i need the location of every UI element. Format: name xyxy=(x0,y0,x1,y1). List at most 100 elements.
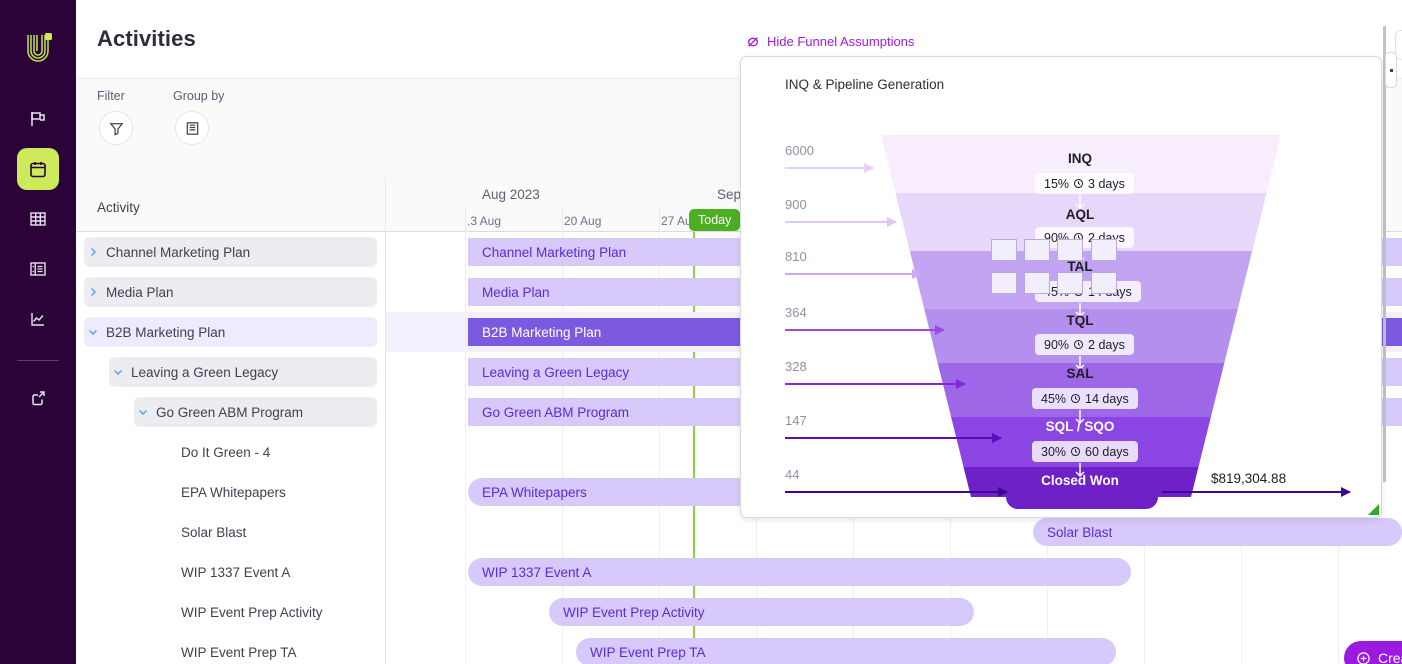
gantt-row[interactable]: WIP Event Prep TA WIP Event Prep TA xyxy=(76,632,1402,664)
funnel-stage-value: 147 xyxy=(785,413,807,428)
funnel-value-arrow xyxy=(785,491,1007,493)
timeline-month: Aug 2023 xyxy=(482,187,540,202)
funnel-conversion-pill: 15% 3 days xyxy=(1035,173,1134,194)
funnel-stage-value: 6000 xyxy=(785,143,814,158)
funnel-conversion-pill: 90% 2 days xyxy=(1035,334,1134,355)
gantt-bar-label: Solar Blast xyxy=(1047,525,1112,540)
funnel-stage-value: 900 xyxy=(785,197,807,212)
gantt-bar[interactable]: WIP Event Prep TA xyxy=(576,638,1116,664)
timeline-gridline xyxy=(562,206,563,232)
broken-image-icon xyxy=(1057,272,1083,294)
group-by-icon[interactable] xyxy=(175,111,209,145)
activity-name: EPA Whitepapers xyxy=(181,485,286,500)
sidebar-item-table-view[interactable] xyxy=(17,198,59,240)
timeline-day: 20 Aug xyxy=(564,214,601,228)
activity-name: Go Green ABM Program xyxy=(156,405,303,420)
broken-image-icon xyxy=(991,239,1017,261)
scroll-dot xyxy=(1390,69,1393,72)
sidebar-item-details-view[interactable] xyxy=(17,248,59,290)
funnel-value-arrow xyxy=(785,167,873,169)
funnel-conversion-pill: 45% 14 days xyxy=(1032,388,1138,409)
funnel-value-arrow xyxy=(785,221,896,223)
activity-name: Solar Blast xyxy=(181,525,246,540)
activity-row-label[interactable]: WIP Event Prep Activity xyxy=(159,597,377,627)
activity-row-label[interactable]: EPA Whitepapers xyxy=(159,477,377,507)
hide-funnel-assumptions-toggle[interactable]: Hide Funnel Assumptions xyxy=(746,34,914,49)
sidebar-item-open-external[interactable] xyxy=(17,377,59,419)
activity-row-label[interactable]: Channel Marketing Plan xyxy=(84,237,377,267)
activity-row-label[interactable]: Media Plan xyxy=(84,277,377,307)
chevron-down-icon[interactable] xyxy=(134,406,152,418)
conversion-rate: 45% xyxy=(1041,392,1066,406)
gantt-bar[interactable]: WIP 1337 Event A xyxy=(468,558,1131,586)
funnel-revenue-label: $819,304.88 xyxy=(1211,471,1286,486)
funnel-stage-value: 328 xyxy=(785,359,807,374)
chevron-down-icon[interactable] xyxy=(109,366,127,378)
sidebar-item-analytics[interactable] xyxy=(17,298,59,340)
conversion-rate: 15% xyxy=(1044,177,1069,191)
gantt-bar-label: Channel Marketing Plan xyxy=(482,245,626,260)
funnel-assumptions-overlay: Hide Funnel Assumptions INQ & Pipeline G… xyxy=(740,30,1385,492)
sidebar-item-activities[interactable] xyxy=(17,148,59,190)
conversion-rate: 30% xyxy=(1041,445,1066,459)
activity-row-label[interactable]: B2B Marketing Plan xyxy=(84,317,377,347)
funnel-revenue-arrow xyxy=(1162,491,1350,493)
funnel-value-arrow xyxy=(785,329,944,331)
resize-grip-icon[interactable] xyxy=(1368,504,1379,515)
rail-divider xyxy=(17,360,59,361)
funnel-stage-label: AQL xyxy=(1000,207,1160,222)
scrollbar-thumb-icon[interactable] xyxy=(1385,52,1397,88)
groupby-label: Group by xyxy=(173,89,224,103)
activity-name: Leaving a Green Legacy xyxy=(131,365,278,380)
page-title: Activities xyxy=(97,26,196,52)
sidebar-item-campaigns[interactable] xyxy=(17,98,59,140)
left-nav-rail xyxy=(0,0,76,664)
clock-icon xyxy=(1070,393,1081,404)
funnel-stage-label: TQL xyxy=(1000,313,1160,328)
gantt-bar-label: EPA Whitepapers xyxy=(482,485,587,500)
chevron-right-icon[interactable] xyxy=(84,246,102,258)
create-button[interactable]: Create xyxy=(1344,641,1402,664)
stage-duration: 2 days xyxy=(1088,338,1125,352)
gantt-row[interactable]: WIP Event Prep Activity WIP Event Prep Ac… xyxy=(76,592,1402,632)
gantt-bar-label: Leaving a Green Legacy xyxy=(482,365,629,380)
activity-row-label[interactable]: Do It Green - 4 xyxy=(159,437,377,467)
filter-label: Filter xyxy=(97,89,133,103)
gantt-bar[interactable]: Solar Blast xyxy=(1033,518,1402,546)
funnel-filter-icon[interactable] xyxy=(99,111,133,145)
activity-row-label[interactable]: Solar Blast xyxy=(159,517,377,547)
funnel-value-arrow xyxy=(785,273,921,275)
stage-duration: 3 days xyxy=(1088,177,1125,191)
chevron-down-icon[interactable] xyxy=(84,326,102,338)
eye-slash-icon xyxy=(746,35,760,49)
broken-image-icon xyxy=(1091,239,1117,261)
brand-logo-icon[interactable] xyxy=(16,26,60,70)
funnel-stage-value: 44 xyxy=(785,467,799,482)
clock-icon xyxy=(1070,446,1081,457)
conversion-rate: 90% xyxy=(1044,338,1069,352)
funnel-stage-value: 810 xyxy=(785,249,807,264)
funnel-stage-label: INQ xyxy=(1000,151,1160,166)
gantt-row[interactable]: Solar Blast Solar Blast xyxy=(76,512,1402,552)
timeline-gridline xyxy=(659,206,660,232)
chevron-right-icon[interactable] xyxy=(84,286,102,298)
activity-row-label[interactable]: WIP Event Prep TA xyxy=(159,637,377,664)
today-marker[interactable]: Today xyxy=(689,209,740,231)
gantt-bar-label: WIP 1337 Event A xyxy=(482,565,591,580)
activity-name: Do It Green - 4 xyxy=(181,445,270,460)
activity-row-label[interactable]: Leaving a Green Legacy xyxy=(109,357,377,387)
activity-name: Media Plan xyxy=(106,285,174,300)
funnel-value-arrow xyxy=(785,383,965,385)
funnel-stage-value: 364 xyxy=(785,305,807,320)
activity-row-label[interactable]: Go Green ABM Program xyxy=(134,397,377,427)
funnel-value-arrow xyxy=(785,437,1001,439)
gantt-row[interactable]: WIP 1337 Event A WIP 1337 Event A xyxy=(76,552,1402,592)
gantt-bar[interactable]: WIP Event Prep Activity xyxy=(549,598,974,626)
gantt-bar-label: WIP Event Prep Activity xyxy=(563,605,705,620)
create-button-label: Create xyxy=(1378,650,1402,664)
funnel-stage-label: Closed Won xyxy=(1000,473,1160,488)
gantt-bar-label: WIP Event Prep TA xyxy=(590,645,706,660)
funnel-stage-label: SQL / SQO xyxy=(1000,419,1160,434)
activity-row-label[interactable]: WIP 1337 Event A xyxy=(159,557,377,587)
clock-icon xyxy=(1073,178,1084,189)
